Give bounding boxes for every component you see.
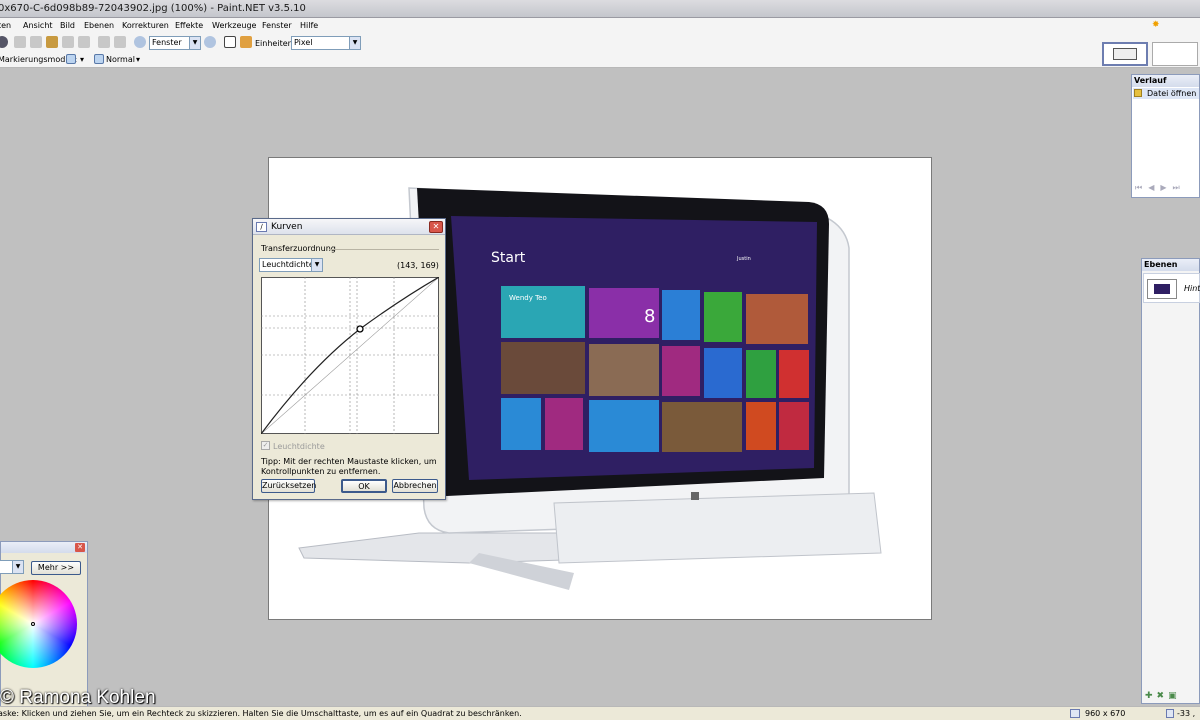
window-title: 0x670-C-6d098b89-72043902.jpg (100%) - P… bbox=[0, 3, 306, 14]
main-toolbar: Fenster ▼ Einheiten: Pixel ▼ bbox=[0, 34, 1200, 52]
image-tab-thumbnail-2[interactable] bbox=[1152, 42, 1198, 66]
blend-mode-value[interactable]: Normal bbox=[106, 55, 135, 64]
chevron-down-icon[interactable]: ▾ bbox=[136, 55, 140, 64]
color-select[interactable]: ▼ bbox=[0, 560, 24, 574]
curve-coordinates: (143, 169) bbox=[397, 261, 439, 270]
zoom-select[interactable]: Fenster ▼ bbox=[149, 36, 201, 50]
cursor-position: -33 , bbox=[1177, 709, 1196, 718]
paste-icon[interactable] bbox=[46, 36, 58, 48]
chevron-down-icon: ▼ bbox=[12, 561, 23, 573]
cut-icon[interactable] bbox=[14, 36, 26, 48]
thumbnail-image bbox=[1154, 284, 1170, 294]
history-item[interactable]: Datei öffnen bbox=[1133, 88, 1199, 99]
close-icon[interactable]: ✕ bbox=[429, 221, 443, 233]
grid-icon[interactable] bbox=[224, 36, 236, 48]
colors-panel-titlebar[interactable]: ✕ bbox=[1, 542, 87, 553]
title-bar: 0x670-C-6d098b89-72043902.jpg (100%) - P… bbox=[0, 0, 1200, 18]
curves-icon: ∕ bbox=[256, 222, 267, 232]
zoom-in-icon[interactable] bbox=[204, 36, 216, 48]
history-controls[interactable]: ⏮◀▶⏭ bbox=[1135, 183, 1186, 193]
close-icon[interactable]: ✕ bbox=[75, 543, 85, 552]
menu-adjustments[interactable]: Korrekturen bbox=[122, 21, 169, 30]
status-hint: aske: Klicken und ziehen Sie, um ein Rec… bbox=[0, 709, 522, 718]
curves-dialog-title: Kurven bbox=[271, 222, 303, 232]
chevron-down-icon: ▼ bbox=[349, 37, 360, 49]
curve-control-point[interactable] bbox=[356, 325, 364, 333]
color-wheel-cursor[interactable] bbox=[31, 622, 35, 626]
curves-dialog: ∕ Kurven ✕ Transferzuordnung Leuchtdicht… bbox=[252, 218, 446, 500]
layer-thumbnail bbox=[1147, 279, 1177, 299]
print-icon[interactable] bbox=[0, 36, 8, 48]
zoom-select-value: Fenster bbox=[152, 38, 182, 47]
transfer-group-label: Transferzuordnung bbox=[261, 244, 336, 253]
image-size: 960 x 670 bbox=[1085, 709, 1126, 718]
redo-icon[interactable] bbox=[114, 36, 126, 48]
zoom-out-icon[interactable] bbox=[134, 36, 146, 48]
chevron-down-icon: ▼ bbox=[189, 37, 200, 49]
selection-mode-icon[interactable] bbox=[66, 54, 76, 64]
layers-panel-title: Ebenen bbox=[1142, 259, 1199, 271]
screen-tile-user: Wendy Teo bbox=[509, 294, 547, 302]
folder-icon bbox=[1134, 89, 1142, 97]
crop-icon[interactable] bbox=[62, 36, 74, 48]
curves-tip: Tipp: Mit der rechten Maustaste klicken,… bbox=[261, 457, 437, 476]
screen-account-name: Justin bbox=[736, 256, 751, 262]
image-tab-thumbnail[interactable] bbox=[1102, 42, 1148, 66]
units-select-value: Pixel bbox=[294, 38, 313, 47]
screen-tile-calendar: 8 bbox=[644, 306, 655, 327]
ruler-icon[interactable] bbox=[240, 36, 252, 48]
tool-options-bar: Markierungsmodus: ▾ Normal ▾ bbox=[0, 52, 1200, 68]
chevron-down-icon: ▼ bbox=[311, 259, 322, 271]
menu-layers[interactable]: Ebenen bbox=[84, 21, 114, 30]
menu-effects[interactable]: Effekte bbox=[175, 21, 203, 30]
curve-graph[interactable] bbox=[261, 277, 439, 434]
menu-view[interactable]: Ansicht bbox=[23, 21, 53, 30]
luminance-checkbox[interactable]: ✓ bbox=[261, 441, 270, 450]
layer-row[interactable]: Hinte bbox=[1143, 273, 1200, 303]
curves-dialog-titlebar[interactable]: ∕ Kurven ✕ bbox=[253, 219, 445, 235]
star-icon[interactable]: ✸ bbox=[1152, 20, 1160, 30]
chevron-down-icon[interactable]: ▾ bbox=[80, 55, 84, 64]
menu-file[interactable]: ten bbox=[0, 21, 11, 30]
cursor-icon bbox=[1166, 709, 1174, 718]
copy-icon[interactable] bbox=[30, 36, 42, 48]
cancel-button[interactable]: Abbrechen bbox=[392, 479, 438, 493]
thumbnail-image bbox=[1113, 48, 1137, 60]
layers-panel: Ebenen Hinte ✚✖▣ bbox=[1141, 258, 1200, 704]
curves-mode-select[interactable]: Leuchtdichte ▼ bbox=[259, 258, 323, 272]
luminance-checkbox-label: Leuchtdichte bbox=[273, 442, 325, 451]
menu-bar: ten Ansicht Bild Ebenen Korrekturen Effe… bbox=[0, 18, 1200, 34]
curves-mode-value: Leuchtdichte bbox=[262, 260, 314, 269]
deselect-icon[interactable] bbox=[78, 36, 90, 48]
blend-mode-icon[interactable] bbox=[94, 54, 104, 64]
menu-image[interactable]: Bild bbox=[60, 21, 75, 30]
more-colors-button[interactable]: Mehr >> bbox=[31, 561, 81, 575]
color-wheel[interactable] bbox=[0, 580, 77, 668]
layer-name: Hinte bbox=[1184, 284, 1200, 293]
group-divider bbox=[329, 249, 439, 250]
menu-window[interactable]: Fenster bbox=[262, 21, 292, 30]
menu-tools[interactable]: Werkzeuge bbox=[212, 21, 256, 30]
undo-icon[interactable] bbox=[98, 36, 110, 48]
units-label: Einheiten: bbox=[255, 39, 296, 48]
history-panel: Verlauf Datei öffnen ⏮◀▶⏭ bbox=[1131, 74, 1200, 198]
ok-button[interactable]: OK bbox=[341, 479, 387, 493]
image-size-icon bbox=[1070, 709, 1080, 718]
history-panel-title: Verlauf bbox=[1132, 75, 1199, 87]
colors-panel: ✕ ▼ Mehr >> bbox=[0, 541, 88, 711]
menu-help[interactable]: Hilfe bbox=[300, 21, 318, 30]
status-bar: aske: Klicken und ziehen Sie, um ein Rec… bbox=[0, 706, 1200, 720]
reset-button[interactable]: Zurücksetzen bbox=[261, 479, 316, 493]
units-select[interactable]: Pixel ▼ bbox=[291, 36, 361, 50]
screen-start-label: Start bbox=[491, 250, 526, 266]
layer-controls[interactable]: ✚✖▣ bbox=[1145, 691, 1181, 701]
history-item-label: Datei öffnen bbox=[1147, 89, 1197, 98]
